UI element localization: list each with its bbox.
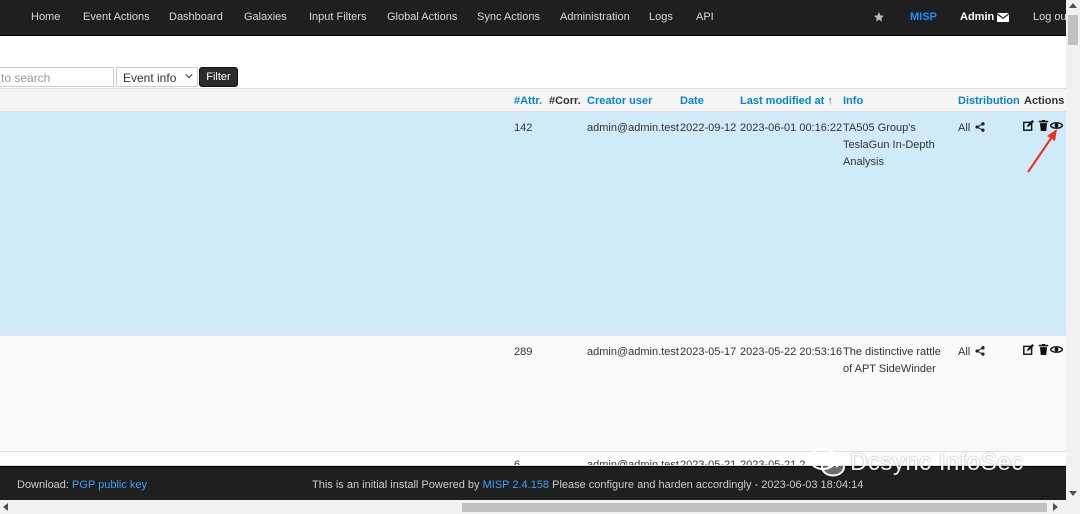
watermark: Dcsync InfoSec bbox=[808, 446, 1063, 482]
event-date: 2022-09-12 bbox=[680, 122, 737, 134]
col-last-modified[interactable]: Last modified at ↑ bbox=[740, 95, 833, 107]
nav-api[interactable]: API bbox=[696, 11, 714, 23]
creator-user: admin@admin.test bbox=[587, 459, 679, 466]
event-date: 2023-05-17 bbox=[680, 346, 737, 358]
table-row[interactable]: 289 admin@admin.test 2023-05-17 2023-05-… bbox=[0, 336, 1066, 452]
wechat-logo-icon bbox=[809, 448, 845, 477]
misp-version-link[interactable]: MISP 2.4.158 bbox=[483, 479, 549, 491]
scroll-down-arrow-icon[interactable] bbox=[1069, 491, 1077, 496]
attr-count: 6 bbox=[514, 459, 521, 466]
attr-count: 142 bbox=[514, 122, 533, 134]
search-input[interactable] bbox=[0, 67, 114, 87]
nav-logout[interactable]: Log out bbox=[1033, 11, 1070, 23]
scroll-up-arrow-icon[interactable] bbox=[1069, 3, 1077, 8]
pgp-key-link[interactable]: PGP public key bbox=[72, 479, 147, 491]
top-navbar: Home Event Actions Dashboard Galaxies In… bbox=[0, 0, 1070, 36]
scroll-right-arrow-icon[interactable] bbox=[1053, 503, 1058, 511]
event-info: TA505 Group's TeslaGun In-Depth Analysis bbox=[843, 122, 935, 168]
distribution-label: All bbox=[958, 122, 971, 134]
chevron-down-icon bbox=[185, 74, 193, 79]
table-row[interactable]: 142 admin@admin.test 2022-09-12 2023-06-… bbox=[0, 112, 1066, 336]
nav-home[interactable]: Home bbox=[31, 11, 60, 23]
watermark-text: Dcsync InfoSec bbox=[850, 449, 1024, 476]
col-creator-user[interactable]: Creator user bbox=[587, 95, 652, 107]
creator-user: admin@admin.test bbox=[587, 122, 679, 134]
nav-galaxies[interactable]: Galaxies bbox=[244, 11, 287, 23]
scroll-left-arrow-icon[interactable] bbox=[3, 503, 8, 511]
footer-download-label: Download: bbox=[17, 479, 69, 491]
nav-dashboard[interactable]: Dashboard bbox=[169, 11, 223, 23]
creator-user: admin@admin.test bbox=[587, 346, 679, 358]
distribution: All bbox=[958, 120, 985, 137]
vertical-scrollbar[interactable] bbox=[1066, 0, 1080, 500]
footer-download: Download: PGP public key bbox=[17, 479, 147, 491]
col-date[interactable]: Date bbox=[680, 95, 704, 107]
nav-global-actions[interactable]: Global Actions bbox=[387, 11, 457, 23]
last-modified: 2023-05-22 20:53:16 bbox=[740, 346, 843, 358]
envelope-icon[interactable] bbox=[997, 13, 1009, 22]
distribution-label: All bbox=[958, 346, 971, 358]
search-field-select[interactable]: Event info bbox=[116, 67, 198, 87]
edit-icon[interactable] bbox=[1023, 344, 1034, 355]
event-date: 2023-05-21 bbox=[680, 459, 737, 466]
trash-icon[interactable] bbox=[1038, 344, 1049, 355]
event-info: The distinctive rattle of APT SideWinder bbox=[843, 346, 941, 375]
col-info[interactable]: Info bbox=[843, 95, 863, 107]
nav-administration[interactable]: Administration bbox=[560, 11, 630, 23]
vertical-scroll-thumb[interactable] bbox=[1068, 15, 1078, 45]
horizontal-scroll-thumb[interactable] bbox=[462, 503, 1047, 512]
footer-notice: This is an initial install Powered by MI… bbox=[312, 479, 863, 491]
nav-event-actions[interactable]: Event Actions bbox=[83, 11, 150, 23]
attr-count: 289 bbox=[514, 346, 533, 358]
filter-button[interactable]: Filter bbox=[199, 67, 238, 87]
col-corr-count: #Corr. bbox=[549, 95, 581, 107]
nav-logs[interactable]: Logs bbox=[649, 11, 673, 23]
nav-sync-actions[interactable]: Sync Actions bbox=[477, 11, 540, 23]
nav-brand-misp[interactable]: MISP bbox=[910, 11, 937, 23]
col-attr-count[interactable]: #Attr. bbox=[514, 95, 542, 107]
last-modified: 2023-05-21 2 bbox=[740, 459, 806, 466]
nav-input-filters[interactable]: Input Filters bbox=[309, 11, 366, 23]
col-actions: Actions bbox=[1024, 95, 1065, 107]
nav-user-admin[interactable]: Admin bbox=[960, 11, 994, 23]
star-icon[interactable] bbox=[873, 11, 885, 23]
distribution: All bbox=[958, 344, 985, 361]
annotation-arrow bbox=[1027, 129, 1057, 173]
footer-notice-prefix: This is an initial install Powered by bbox=[312, 479, 480, 491]
col-distribution[interactable]: Distribution bbox=[958, 95, 1020, 107]
share-icon bbox=[975, 122, 985, 132]
share-icon bbox=[975, 346, 985, 356]
eye-icon[interactable] bbox=[1050, 344, 1063, 355]
last-modified: 2023-06-01 00:16:22 bbox=[740, 122, 843, 134]
table-header: #Attr. #Corr. Creator user Date Last mod… bbox=[0, 88, 1066, 112]
search-field-select-value: Event info bbox=[123, 71, 177, 85]
